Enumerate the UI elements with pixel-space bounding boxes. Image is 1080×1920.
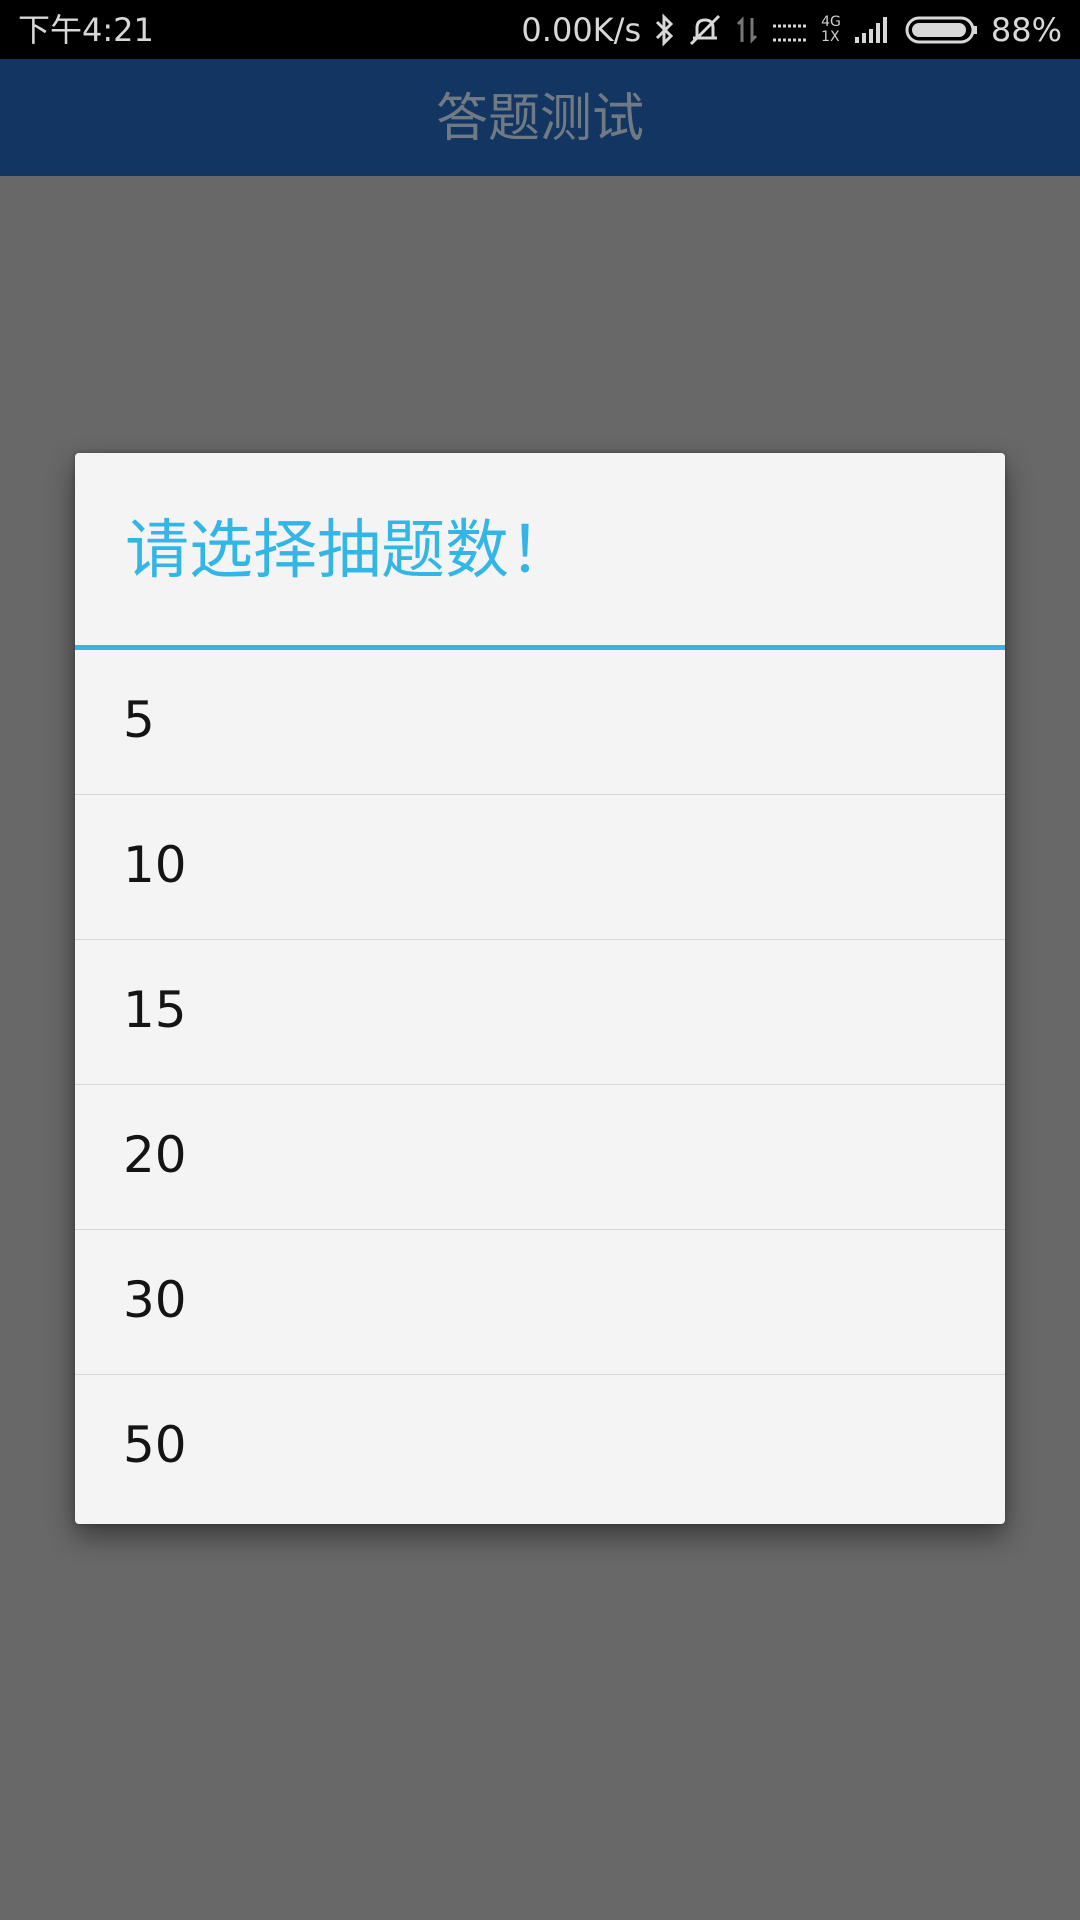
option-label: 10 [123, 836, 187, 894]
data-arrows-icon [735, 14, 759, 46]
signal-bars-2-icon [853, 15, 893, 45]
option-item-10[interactable]: 10 [75, 795, 1005, 940]
battery-percent: 88% [990, 11, 1062, 49]
options-list: 5 10 15 20 30 50 [75, 650, 1005, 1520]
option-label: 50 [123, 1416, 187, 1474]
status-time: 下午4:21 [18, 11, 154, 49]
option-label: 30 [123, 1271, 187, 1329]
option-item-20[interactable]: 20 [75, 1085, 1005, 1230]
battery-icon [905, 15, 979, 45]
option-label: 20 [123, 1126, 187, 1184]
silent-icon [687, 12, 723, 48]
network-type-top: 4G [821, 14, 841, 30]
status-bar: 下午4:21 0.00K/s 4G 1X 88% [0, 0, 1080, 59]
option-item-15[interactable]: 15 [75, 940, 1005, 1085]
network-type: 4G 1X [821, 15, 841, 45]
option-item-50[interactable]: 50 [75, 1375, 1005, 1520]
network-speed: 0.00K/s [521, 11, 642, 49]
status-icons: 0.00K/s 4G 1X 88% [521, 9, 1062, 51]
question-count-dialog: 请选择抽题数！ 5 10 15 20 30 50 [75, 453, 1005, 1524]
app-bar: 答题测试 [0, 59, 1080, 176]
option-label: 5 [123, 691, 155, 749]
bluetooth-icon [653, 13, 675, 47]
option-label: 15 [123, 981, 187, 1039]
option-item-5[interactable]: 5 [75, 650, 1005, 795]
network-type-bottom: 1X [821, 29, 840, 45]
option-item-30[interactable]: 30 [75, 1230, 1005, 1375]
screen: 下午4:21 0.00K/s 4G 1X 88% 答题测试 请选择抽题数！ 5 … [0, 0, 1080, 1920]
app-title: 答题测试 [435, 89, 644, 149]
dialog-title: 请选择抽题数！ [125, 514, 573, 588]
signal-bars-icon [771, 14, 809, 46]
